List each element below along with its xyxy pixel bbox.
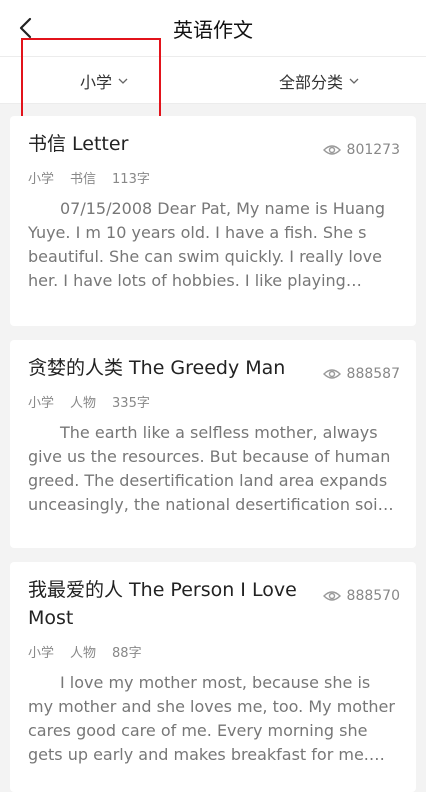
essay-list: 书信 Letter 801273 小学 书信 113字 07/15/2008 D… [0, 104, 426, 792]
essay-level: 小学 [28, 396, 55, 411]
level-filter-label: 小学 [80, 73, 113, 92]
essay-category: 人物 [70, 396, 97, 411]
essay-meta: 小学 人物 335字 [28, 392, 398, 411]
essay-word-count: 113字 [112, 172, 150, 187]
view-count-value: 801273 [346, 142, 400, 158]
level-filter[interactable]: 小学 [80, 69, 128, 93]
category-filter-label: 全部分类 [278, 73, 343, 92]
view-count-value: 888587 [346, 366, 400, 382]
view-count: 888570 [322, 588, 400, 604]
essay-meta: 小学 书信 113字 [28, 168, 398, 187]
eye-icon [322, 145, 341, 155]
top-bar: 英语作文 [0, 0, 426, 57]
chevron-down-icon [118, 78, 128, 84]
essay-card[interactable]: 贪婪的人类 The Greedy Man 888587 小学 人物 335字 T… [10, 340, 416, 548]
view-count-value: 888570 [346, 588, 400, 604]
essay-excerpt: The earth like a selfless mother, always… [28, 423, 391, 514]
essay-word-count: 335字 [112, 396, 150, 411]
chevron-down-icon [349, 78, 359, 84]
eye-icon [322, 369, 341, 379]
essay-excerpt: I love my mother most, because she is my… [28, 673, 395, 764]
view-count: 888587 [322, 366, 400, 382]
category-filter[interactable]: 全部分类 [279, 69, 359, 93]
eye-icon [322, 591, 341, 601]
essay-category: 人物 [70, 646, 97, 661]
essay-excerpt: 07/15/2008 Dear Pat, My name is Huang Yu… [28, 199, 386, 290]
page-title: 英语作文 [173, 18, 253, 42]
essay-card[interactable]: 书信 Letter 801273 小学 书信 113字 07/15/2008 D… [10, 116, 416, 326]
essay-card[interactable]: 我最爱的人 The Person I Love Most 888570 小学 人… [10, 562, 416, 792]
essay-word-count: 88字 [112, 646, 142, 661]
view-count: 801273 [322, 142, 400, 158]
essay-title: 我最爱的人 The Person I Love Most [28, 579, 297, 629]
essay-level: 小学 [28, 172, 55, 187]
essay-meta: 小学 人物 88字 [28, 642, 398, 661]
essay-level: 小学 [28, 646, 55, 661]
filter-bar: 小学 全部分类 [0, 57, 426, 104]
essay-category: 书信 [70, 172, 97, 187]
